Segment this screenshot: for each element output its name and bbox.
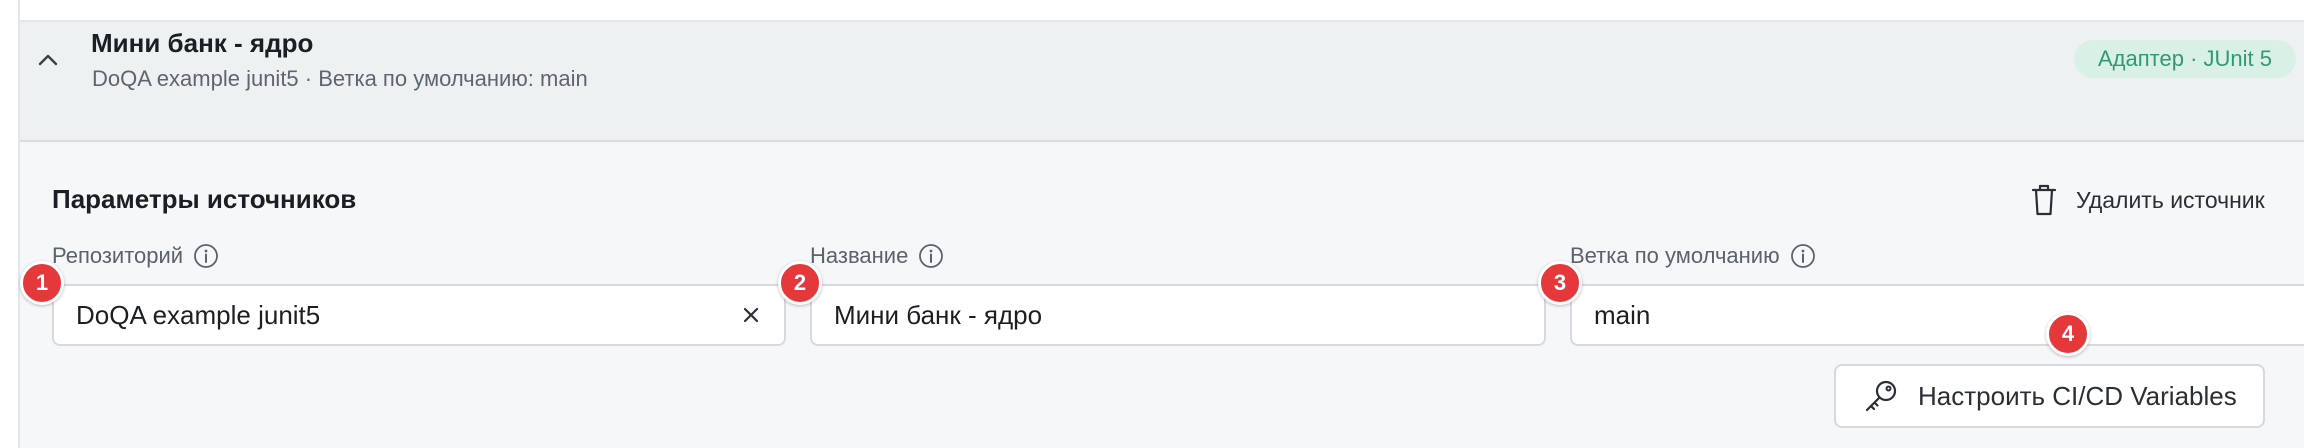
section-title: Параметры источников xyxy=(52,184,357,214)
name-label: Название xyxy=(810,243,909,268)
name-input[interactable]: Мини банк - ядро xyxy=(810,284,1546,346)
default-branch-input[interactable]: main xyxy=(1570,284,2304,346)
branch-label-group: Ветка по умолчанию xyxy=(1570,243,1816,269)
marker-badge-3: 3 xyxy=(1538,261,1582,305)
delete-source-button[interactable]: Удалить источник xyxy=(2030,180,2265,220)
repository-select[interactable]: DoQA example junit5 xyxy=(52,284,786,346)
close-icon xyxy=(743,307,759,323)
branch-value: main xyxy=(1594,299,1651,330)
branch-label: Ветка по умолчанию xyxy=(1570,243,1780,268)
source-subtitle: DoQA example junit5 · Ветка по умолчанию… xyxy=(92,66,588,91)
repository-value: DoQA example junit5 xyxy=(76,299,321,330)
marker-badge-1: 1 xyxy=(20,261,64,305)
collapse-button[interactable] xyxy=(28,40,68,80)
info-icon[interactable] xyxy=(193,243,219,269)
source-title: Мини банк - ядро xyxy=(91,28,314,58)
top-band xyxy=(20,0,2304,20)
repository-label-group: Репозиторий xyxy=(52,243,219,269)
name-label-group: Название xyxy=(810,243,944,269)
clear-repository-button[interactable] xyxy=(736,300,766,330)
delete-source-label: Удалить источник xyxy=(2076,186,2265,213)
info-icon[interactable] xyxy=(1790,243,1816,269)
info-icon[interactable] xyxy=(918,243,944,269)
page: Мини банк - ядро DoQA example junit5 · В… xyxy=(0,0,2304,448)
trash-icon xyxy=(2031,184,2057,216)
configure-cicd-label: Настроить CI/CD Variables xyxy=(1918,380,2237,411)
marker-badge-2: 2 xyxy=(778,261,822,305)
chevron-up-icon xyxy=(38,54,58,66)
marker-badge-4: 4 xyxy=(2046,312,2090,356)
repository-label: Репозиторий xyxy=(52,243,184,268)
adapter-badge: Адаптер · JUnit 5 xyxy=(2074,40,2296,78)
name-value: Мини банк - ядро xyxy=(834,299,1043,330)
configure-cicd-variables-button[interactable]: Настроить CI/CD Variables xyxy=(1834,364,2265,428)
key-icon xyxy=(1865,380,1897,412)
